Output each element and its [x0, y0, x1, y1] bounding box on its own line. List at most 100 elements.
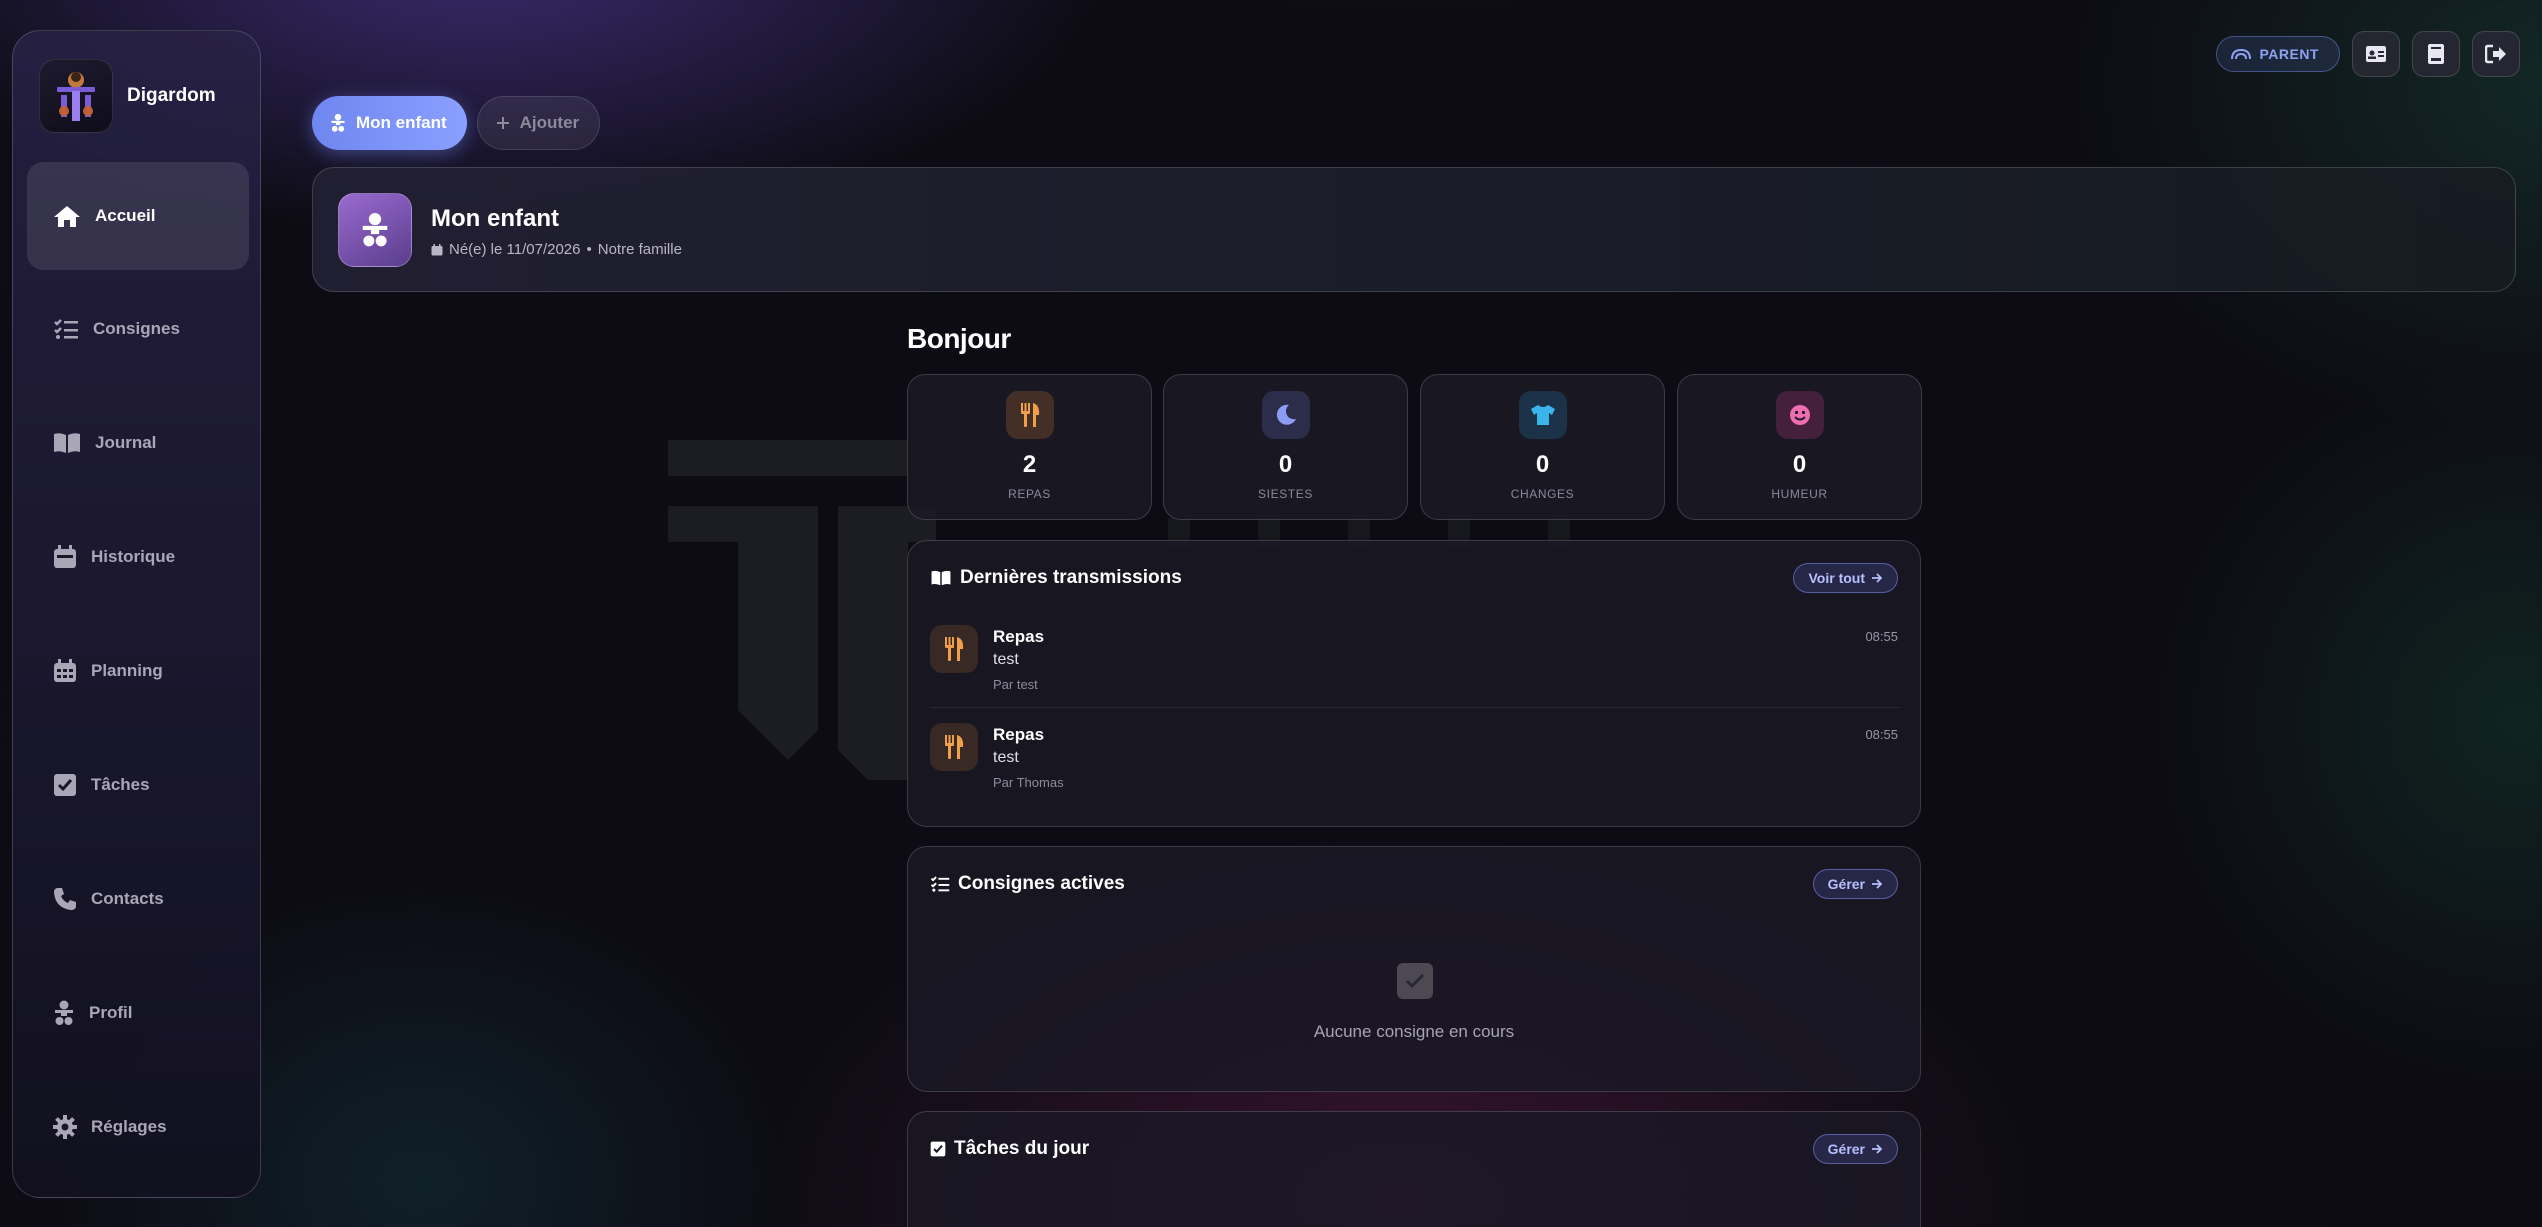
notebook-icon	[2428, 44, 2444, 64]
stat-label: HUMEUR	[1771, 487, 1828, 501]
greeting: Bonjour	[907, 323, 1011, 354]
stat-label: SIESTES	[1258, 487, 1313, 501]
transmissions-panel: Dernières transmissions Voir tout Repas …	[907, 540, 1921, 827]
utensils-icon	[930, 723, 978, 771]
utensils-icon	[1005, 391, 1054, 439]
empty-state-text: Aucune consigne en cours	[1313, 1022, 1515, 1041]
divider	[930, 707, 1900, 708]
tab-label: Mon enfant	[356, 113, 447, 132]
panel-title: Consignes actives	[930, 873, 1125, 895]
calendar-grid-icon	[54, 659, 76, 682]
child-icon	[331, 113, 345, 132]
stat-card-repas[interactable]: 2 REPAS	[907, 374, 1152, 520]
arrow-right-icon	[1872, 573, 1883, 583]
sidebar-item-taches[interactable]: Tâches	[27, 755, 249, 815]
transmission-entry[interactable]: Repas test Par test 08:55	[930, 625, 1900, 709]
shirt-icon	[1518, 391, 1567, 439]
meta-separator: •	[586, 241, 592, 258]
entry-text: test	[993, 749, 1019, 766]
id-card-icon	[2366, 46, 2386, 62]
stat-value: 0	[1792, 451, 1807, 478]
sidebar-item-historique[interactable]: Historique	[27, 527, 249, 587]
stat-card-siestes[interactable]: 0 SIESTES	[1163, 374, 1408, 520]
tab-mon-enfant[interactable]: Mon enfant	[312, 96, 467, 150]
calendar-icon	[431, 243, 443, 255]
sidebar-item-label: Profil	[89, 1003, 133, 1022]
stat-value: 0	[1278, 451, 1293, 478]
moon-icon	[1261, 391, 1310, 439]
checkbox-icon	[54, 774, 76, 796]
entry-title: Repas	[993, 627, 1045, 646]
entry-title: Repas	[993, 725, 1045, 744]
book-icon	[54, 433, 80, 453]
see-all-button[interactable]: Voir tout	[1793, 563, 1898, 593]
stat-value: 0	[1535, 451, 1550, 478]
brand[interactable]: Digardom	[39, 59, 216, 133]
transmission-entry[interactable]: Repas test Par Thomas 08:55	[930, 723, 1900, 807]
panel-title: Dernières transmissions	[930, 567, 1182, 589]
manage-consignes-button[interactable]: Gérer	[1812, 869, 1898, 899]
top-actions: PARENT	[2216, 31, 2520, 77]
stat-card-humeur[interactable]: 0 HUMEUR	[1677, 374, 1922, 520]
users-icon	[2231, 48, 2252, 60]
consignes-panel: Consignes actives Gérer Aucune consigne …	[907, 846, 1921, 1092]
taches-panel: Tâches du jour Gérer	[907, 1111, 1921, 1227]
sidebar-item-label: Planning	[91, 661, 163, 680]
button-label: Gérer	[1827, 1141, 1865, 1157]
sidebar-item-label: Réglages	[91, 1117, 167, 1136]
sidebar-item-label: Consignes	[93, 319, 180, 338]
id-card-button[interactable]	[2352, 31, 2400, 77]
role-badge-label: PARENT	[2259, 46, 2319, 62]
sidebar-item-contacts[interactable]: Contacts	[27, 869, 249, 929]
notebook-button[interactable]	[2412, 31, 2460, 77]
home-icon	[54, 206, 80, 227]
sidebar-item-label: Journal	[95, 433, 157, 452]
sidebar-item-reglages[interactable]: Réglages	[27, 1097, 249, 1157]
checkbox-icon	[930, 1141, 946, 1157]
sidebar-item-journal[interactable]: Journal	[27, 413, 249, 473]
button-label: Voir tout	[1808, 570, 1865, 586]
child-header-card: Mon enfant Né(e) le 11/07/2026 • Notre f…	[312, 167, 2516, 292]
child-tabs: Mon enfant Ajouter	[312, 96, 601, 150]
child-birth: Né(e) le 11/07/2026	[449, 241, 581, 258]
stat-label: CHANGES	[1510, 487, 1575, 501]
sidebar-item-label: Contacts	[91, 889, 164, 908]
stat-label: REPAS	[1008, 487, 1051, 501]
role-badge[interactable]: PARENT	[2216, 36, 2340, 72]
panel-title: Tâches du jour	[930, 1138, 1089, 1160]
stat-value: 2	[1022, 451, 1037, 478]
entry-time: 08:55	[1865, 629, 1898, 644]
panel-title-text: Tâches du jour	[954, 1138, 1090, 1159]
sidebar-item-accueil[interactable]: Accueil	[27, 162, 249, 270]
arrow-right-icon	[1872, 1144, 1883, 1154]
sidebar-item-label: Accueil	[95, 206, 156, 225]
sidebar-item-label: Tâches	[91, 775, 150, 794]
sidebar-item-consignes[interactable]: Consignes	[27, 299, 249, 359]
calendar-icon	[54, 545, 76, 568]
entry-author: Par test	[993, 677, 1038, 692]
sidebar-item-planning[interactable]: Planning	[27, 641, 249, 701]
button-label: Gérer	[1827, 876, 1865, 892]
child-icon	[362, 212, 388, 247]
stat-card-changes[interactable]: 0 CHANGES	[1420, 374, 1665, 520]
brand-logo	[39, 59, 113, 133]
child-avatar	[338, 193, 412, 267]
panel-title-text: Dernières transmissions	[960, 567, 1182, 588]
logout-icon	[2485, 44, 2506, 64]
child-family: Notre famille	[597, 241, 682, 258]
entry-text: test	[993, 651, 1019, 668]
entry-author: Par Thomas	[993, 775, 1064, 790]
list-check-icon	[54, 319, 78, 339]
check-square-icon	[1397, 963, 1433, 999]
child-meta: Né(e) le 11/07/2026 • Notre famille	[431, 241, 682, 258]
sidebar-item-label: Historique	[91, 547, 176, 566]
utensils-icon	[930, 625, 978, 673]
manage-taches-button[interactable]: Gérer	[1812, 1134, 1898, 1164]
book-open-icon	[931, 570, 951, 586]
logout-button[interactable]	[2472, 31, 2520, 77]
phone-icon	[54, 888, 76, 910]
add-child-button[interactable]: Ajouter	[476, 96, 601, 150]
sidebar-item-profil[interactable]: Profil	[27, 983, 249, 1043]
tab-label: Ajouter	[519, 113, 580, 132]
entry-time: 08:55	[1865, 727, 1898, 742]
